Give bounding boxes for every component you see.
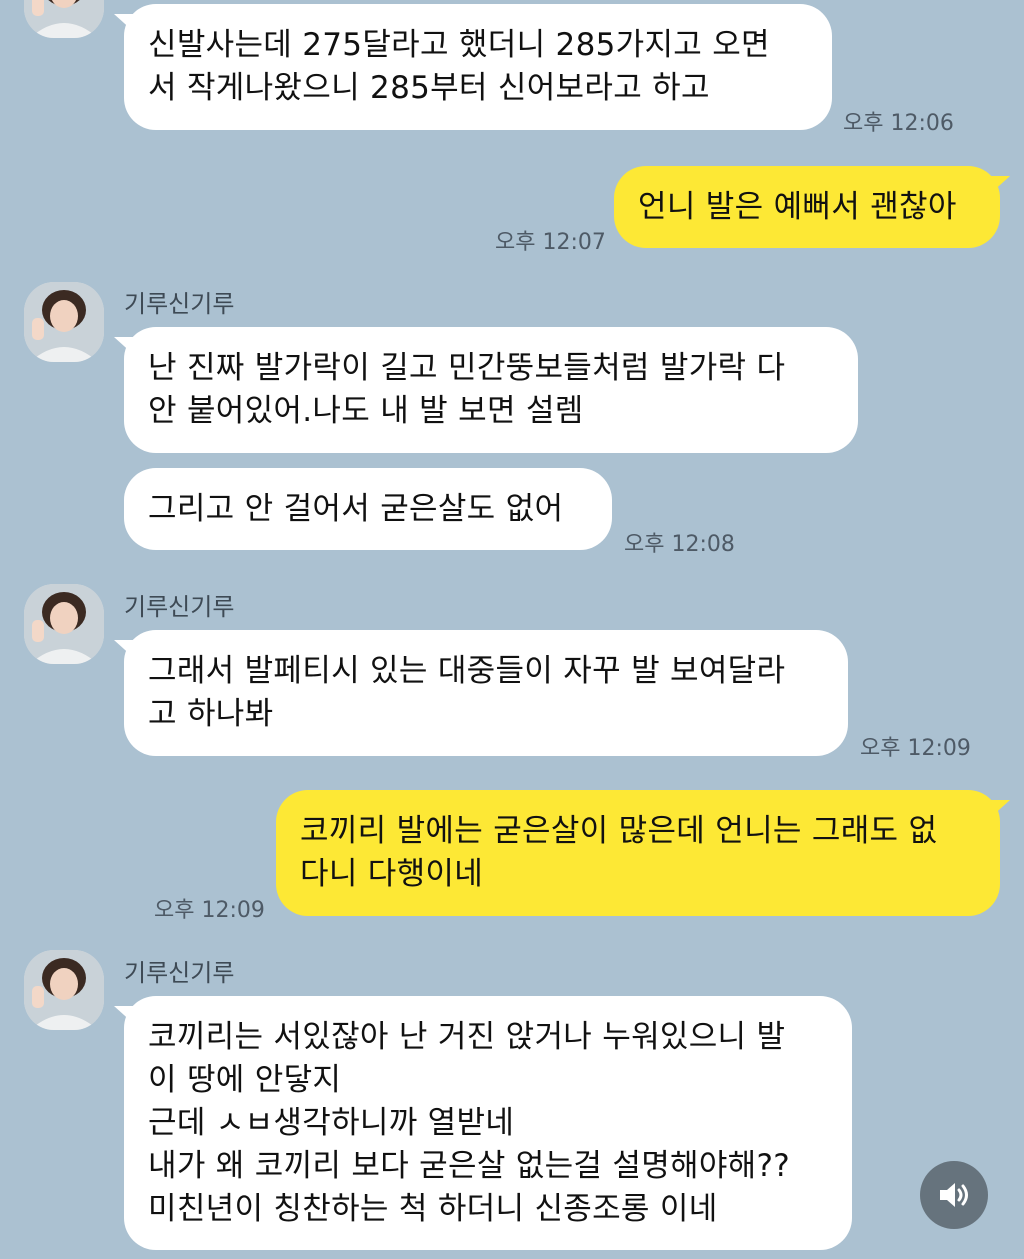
message-bubble-incoming[interactable]: 신발사는데 275달라고 했더니 285가지고 오면 서 작게나왔으니 285부… (114, 4, 832, 130)
message-text: 서 작게나왔으니 285부터 신어보라고 하고 (148, 70, 710, 106)
message-bubble-outgoing[interactable]: 코끼리 발에는 굳은살이 많은데 언니는 그래도 없 다니 다행이네 (276, 790, 1010, 916)
message-text: 코끼리 발에는 굳은살이 많은데 언니는 그래도 없 (300, 813, 938, 849)
message-bubble-incoming[interactable]: 그래서 발페티시 있는 대중들이 자꾸 발 보여달라 고 하나봐 (114, 630, 848, 756)
message-text: 고 하나봐 (148, 696, 274, 732)
message-text: 내가 왜 코끼리 보다 굳은살 없는걸 설명해야해?? (148, 1147, 791, 1184)
message-text: 미친년이 칭찬하는 척 하더니 신종조롱 이네 (148, 1190, 718, 1227)
avatar-icon (24, 950, 104, 1030)
avatar[interactable] (24, 0, 104, 38)
message-bubble-outgoing[interactable]: 언니 발은 예뻐서 괜찮아 (614, 166, 1010, 248)
message-text: 안 붙어있어.나도 내 발 보면 설렘 (148, 393, 584, 429)
avatar-icon (24, 0, 104, 38)
message-timestamp: 오후 12:07 (495, 230, 606, 255)
message-bubble-incoming[interactable]: 난 진짜 발가락이 길고 민간뚱보들처럼 발가락 다 안 붙어있어.나도 내 발… (114, 327, 858, 453)
speaker-icon (940, 1183, 968, 1207)
message-timestamp: 오후 12:09 (860, 736, 971, 761)
sender-name: 기루신기루 (124, 959, 235, 987)
avatar-icon (24, 584, 104, 664)
message-text: 신발사는데 275달라고 했더니 285가지고 오면 (148, 27, 770, 63)
message-text: 다니 다행이네 (300, 856, 484, 892)
message-text: 그래서 발페티시 있는 대중들이 자꾸 발 보여달라 (148, 653, 786, 689)
message-text: 근데 ㅅㅂ생각하니까 열받네 (148, 1104, 515, 1141)
message-text: 그리고 안 걸어서 굳은살도 없어 (148, 490, 564, 527)
message-text: 이 땅에 안닿지 (148, 1061, 342, 1098)
message-bubble-incoming[interactable]: 그리고 안 걸어서 굳은살도 없어 (124, 468, 612, 550)
message-text: 난 진짜 발가락이 길고 민간뚱보들처럼 발가락 다 (148, 350, 786, 386)
avatar[interactable] (24, 584, 104, 664)
speaker-button[interactable] (920, 1161, 988, 1229)
message-timestamp: 오후 12:09 (154, 898, 265, 923)
message-bubble-incoming[interactable]: 코끼리는 서있잖아 난 거진 앉거나 누워있으니 발 이 땅에 안닿지 근데 ㅅ… (114, 996, 852, 1250)
sender-name: 기루신기루 (124, 290, 235, 318)
message-text: 언니 발은 예뻐서 괜찮아 (638, 188, 957, 225)
avatar[interactable] (24, 282, 104, 362)
message-timestamp: 오후 12:08 (624, 532, 735, 557)
avatar[interactable] (24, 950, 104, 1030)
avatar-icon (24, 282, 104, 362)
sender-name: 기루신기루 (124, 593, 235, 621)
message-text: 코끼리는 서있잖아 난 거진 앉거나 누워있으니 발 (148, 1018, 786, 1055)
message-timestamp: 오후 12:06 (843, 111, 954, 136)
